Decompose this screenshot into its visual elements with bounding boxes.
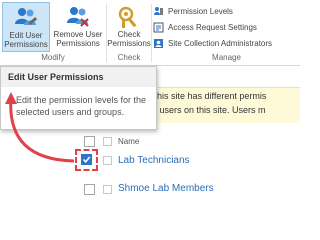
check-permissions-button[interactable]: Check Permissions	[107, 2, 151, 52]
header-selector	[103, 137, 112, 146]
check-permissions-label: Check Permissions	[107, 30, 151, 48]
edit-user-permissions-label: Edit User Permissions	[4, 31, 48, 49]
remove-user-permissions-button[interactable]: Remove User Permissions	[52, 2, 104, 52]
checkmark-icon	[82, 156, 91, 164]
access-request-settings-button[interactable]: Access Request Settings	[153, 21, 272, 33]
remove-user-permissions-label: Remove User Permissions	[53, 30, 103, 48]
ribbon: Edit User Permissions Remove User Permis…	[0, 0, 300, 66]
tooltip: Edit User Permissions Edit the permissio…	[0, 66, 157, 130]
row-selector[interactable]	[103, 156, 112, 165]
permission-levels-label: Permission Levels	[168, 6, 233, 16]
group-label-modify: Modify	[41, 53, 65, 62]
tooltip-description: Edit the permission levels for the selec…	[16, 95, 147, 117]
row-checkbox-lab-technicians[interactable]	[81, 154, 92, 165]
tooltip-title: Edit User Permissions	[1, 67, 156, 87]
edit-user-permissions-icon	[15, 8, 38, 26]
ribbon-separator	[151, 4, 152, 62]
permissions-notice: his site has different permis users on t…	[157, 87, 300, 123]
check-permissions-icon	[118, 6, 137, 28]
list-item-lab-technicians[interactable]: Lab Technicians	[118, 155, 190, 166]
notice-line-2: users on this site. Users m	[157, 105, 266, 115]
manage-buttons: Permission Levels Access Request Setting…	[153, 5, 272, 53]
list-item-shmoe-lab-members[interactable]: Shmoe Lab Members	[118, 183, 214, 194]
permission-levels-icon	[154, 6, 163, 15]
select-all-checkbox[interactable]	[84, 136, 95, 147]
permission-levels-button[interactable]: Permission Levels	[153, 5, 272, 17]
site-collection-administrators-label: Site Collection Administrators	[168, 38, 273, 48]
access-request-settings-label: Access Request Settings	[168, 22, 257, 32]
edit-user-permissions-button[interactable]: Edit User Permissions	[2, 2, 50, 52]
site-collection-administrators-button[interactable]: Site Collection Administrators	[153, 37, 272, 49]
notice-line-1: his site has different permis	[157, 91, 267, 101]
row-selector[interactable]	[103, 185, 112, 194]
access-request-settings-icon	[153, 22, 164, 32]
group-label-manage: Manage	[212, 53, 241, 62]
group-label-check: Check	[117, 53, 141, 62]
remove-user-permissions-icon	[67, 7, 89, 27]
column-header-name[interactable]: Name	[118, 137, 139, 146]
site-collection-administrators-icon	[154, 38, 163, 48]
row-checkbox-shmoe-lab-members[interactable]	[84, 184, 95, 195]
